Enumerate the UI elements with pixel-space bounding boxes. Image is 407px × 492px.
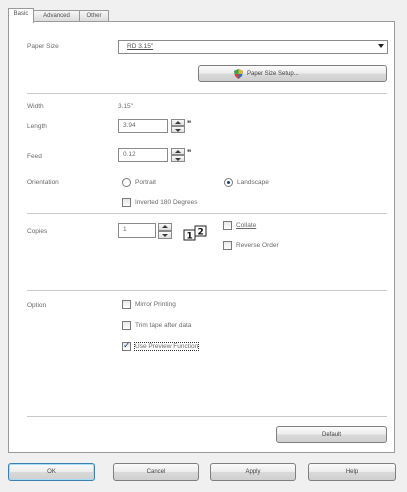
paper-size-label: Paper Size <box>27 43 59 50</box>
copies-value: 1 <box>123 226 127 233</box>
length-value: 3.94 <box>123 122 136 129</box>
option-label: Option <box>27 302 47 309</box>
copies-decrement-button[interactable] <box>158 231 172 239</box>
portrait-label: Portrait <box>135 179 156 186</box>
svg-text:1: 1 <box>187 232 193 242</box>
landscape-radio[interactable] <box>224 178 233 187</box>
feed-input[interactable]: 0.12 <box>118 148 168 162</box>
copies-increment-button[interactable] <box>158 223 172 231</box>
inverted-checkbox[interactable] <box>122 198 131 207</box>
apply-button[interactable]: Apply <box>210 463 296 481</box>
portrait-radio[interactable] <box>122 178 131 187</box>
feed-increment-button[interactable] <box>171 148 185 155</box>
chevron-down-icon <box>378 44 384 48</box>
feed-value: 0.12 <box>123 151 136 158</box>
feed-label: Feed <box>27 153 42 160</box>
paper-size-value: RD 3.15" <box>127 43 154 50</box>
length-label: Length <box>27 123 47 130</box>
collate-checkbox[interactable] <box>223 221 232 230</box>
cancel-button[interactable]: Cancel <box>113 463 199 481</box>
help-button[interactable]: Help <box>308 463 396 481</box>
paper-size-setup-label: Paper Size Setup... <box>247 71 299 77</box>
paper-size-select[interactable]: RD 3.15" <box>118 40 388 54</box>
preview-function-label: Use Preview Function <box>133 342 200 351</box>
reverse-order-checkbox[interactable] <box>223 241 232 250</box>
copies-input[interactable]: 1 <box>118 223 156 238</box>
length-decrement-button[interactable] <box>171 126 185 133</box>
copies-label: Copies <box>27 228 48 235</box>
tab-basic[interactable]: Basic <box>8 8 34 23</box>
tab-advanced[interactable]: Advanced <box>33 10 80 21</box>
length-input[interactable]: 3.94 <box>118 119 168 133</box>
svg-text:2: 2 <box>198 228 204 238</box>
divider <box>27 416 387 417</box>
divider <box>27 93 387 94</box>
mirror-printing-label: Mirror Printing <box>135 301 176 308</box>
orientation-label: Orientation <box>27 179 59 186</box>
paper-size-setup-button[interactable]: Paper Size Setup... <box>198 65 387 82</box>
default-button[interactable]: Default <box>276 426 387 443</box>
inverted-label: Inverted 180 Degrees <box>135 199 198 206</box>
width-value: 3.15" <box>118 103 133 110</box>
landscape-label: Landscape <box>237 179 269 186</box>
collate-label: Collate <box>236 222 257 229</box>
reverse-order-label: Reverse Order <box>236 242 279 249</box>
length-increment-button[interactable] <box>171 119 185 126</box>
collate-pages-icon: 1 2 <box>183 225 207 242</box>
feed-decrement-button[interactable] <box>171 155 185 162</box>
mirror-printing-checkbox[interactable] <box>122 300 131 309</box>
ok-button[interactable]: OK <box>8 463 95 481</box>
shield-icon <box>234 69 243 79</box>
divider <box>27 213 387 214</box>
length-unit: " <box>187 119 192 129</box>
preview-function-checkbox[interactable] <box>122 340 131 351</box>
trim-tape-label: Trim tape after data <box>135 322 192 329</box>
feed-unit: " <box>187 148 192 158</box>
trim-tape-checkbox[interactable] <box>122 321 131 330</box>
divider <box>27 290 387 291</box>
tab-other[interactable]: Other <box>79 10 109 21</box>
width-label: Width <box>27 103 44 110</box>
